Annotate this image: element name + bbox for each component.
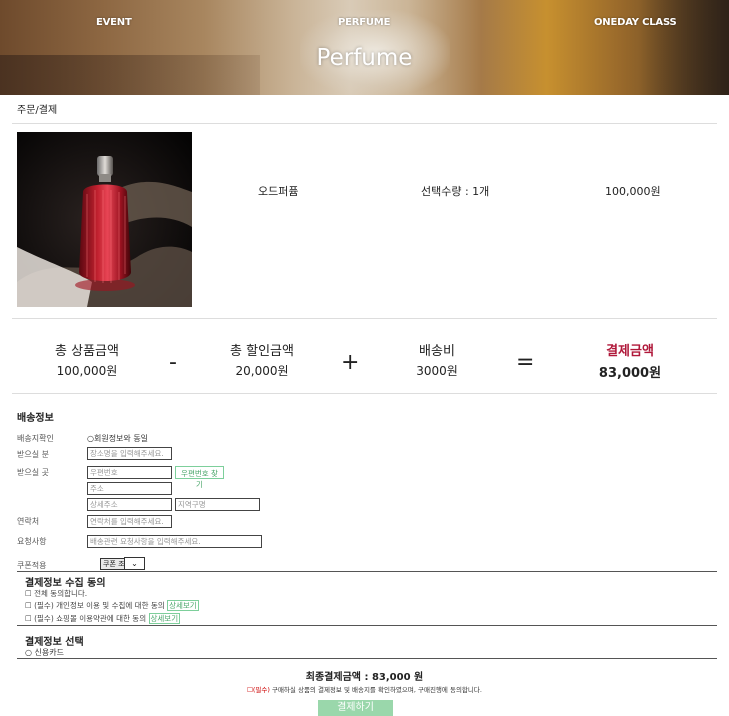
summary-payment: 결제금액 83,000원 [555,340,705,381]
address-label: 받으실 곳 [17,468,49,477]
summary-label: 결제금액 [606,344,654,359]
agree-terms-checkbox[interactable]: ☐ (필수) 쇼핑몰 이용약관에 대한 동의 상세보기 [25,613,181,624]
divider [17,658,717,659]
nav-event[interactable]: EVENT [96,17,132,28]
divider [12,318,717,319]
summary-value: 20,000원 [235,364,289,378]
purchase-confirm-text: 구매하실 상품의 결제정보 및 배송지를 확인하였으며, 구매진행에 동의합니다… [269,686,482,694]
coupon-label: 쿠폰적용 [17,561,47,570]
phone-label: 연락처 [17,517,40,526]
header-banner: EVENT PERFUME ONEDAY CLASS Perfume [0,0,729,95]
postcode-search-button[interactable]: 우편번호 찾기 [175,466,224,489]
product-price: 100,000원 [605,185,661,198]
summary-label: 배송비 [419,344,455,359]
credit-card-radio[interactable]: ○ 신용카드 [25,647,64,658]
summary-shipping: 배송비 3000원 [362,340,512,379]
agree-terms-label: ☐ (필수) 쇼핑몰 이용약관에 대한 동의 [25,614,147,623]
agree-privacy-checkbox[interactable]: ☐ (필수) 개인정보 이용 및 수집에 대한 동의 상세보기 [25,600,199,611]
agree-privacy-label: ☐ (필수) 개인정보 이용 및 수집에 대한 동의 [25,601,165,610]
summary-value: 100,000원 [56,364,118,378]
same-as-member-radio[interactable]: ○회원정보와 동일 [87,433,148,444]
equals-operator: = [516,350,535,375]
purchase-confirm-checkbox[interactable]: ☐(필수) 구매하실 상품의 결제정보 및 배송지를 확인하였으며, 구매진행에… [0,684,729,694]
summary-value: 3000원 [416,364,458,378]
terms-detail-link[interactable]: 상세보기 [148,613,181,624]
required-mark: ☐(필수) [247,686,270,694]
shipping-confirm-label: 배송지확인 [17,434,54,443]
product-quantity: 선택수량 : 1개 [421,185,490,198]
summary-product-total: 총 상품금액 100,000원 [12,340,162,379]
page-title: 주문/결제 [17,105,58,116]
recipient-input[interactable] [87,447,172,460]
plus-operator: + [341,350,360,375]
product-name: 오드퍼퓸 [258,185,299,198]
reference-address-input[interactable] [175,498,260,511]
privacy-detail-link[interactable]: 상세보기 [167,600,199,611]
request-label: 요청사항 [17,537,47,546]
coupon-select-dropdown[interactable]: ⌄ [124,557,145,570]
pay-button[interactable]: 결제하기 [318,700,393,716]
minus-operator: - [169,350,177,375]
request-input[interactable] [87,535,262,548]
banner-title: Perfume [316,45,413,71]
detail-address-input[interactable] [87,498,172,511]
postcode-input[interactable] [87,466,172,479]
summary-label: 총 상품금액 [55,344,119,359]
perfume-bottle-image [17,132,192,307]
divider [12,393,717,394]
phone-input[interactable] [87,515,172,528]
agree-all-checkbox[interactable]: ☐ 전체 동의합니다. [25,588,87,599]
summary-label: 총 할인금액 [230,344,294,359]
payment-method-title: 결제정보 선택 [25,637,84,648]
chevron-down-icon: ⌄ [131,559,138,568]
summary-value: 83,000원 [598,366,662,381]
divider [12,123,717,124]
product-image [17,132,192,307]
recipient-label: 받으실 분 [17,450,49,459]
divider [17,625,717,626]
address-input[interactable] [87,482,172,495]
nav-oneday-class[interactable]: ONEDAY CLASS [594,17,677,28]
summary-discount: 총 할인금액 20,000원 [187,340,337,379]
divider [17,571,717,572]
agreement-section-title: 결제정보 수집 동의 [25,578,106,589]
nav-perfume[interactable]: PERFUME [338,17,390,28]
shipping-section-title: 배송정보 [17,413,54,424]
agree-all-label: ☐ 전체 동의합니다. [25,589,88,598]
final-total-amount: 최종결제금액 : 83,000 원 [305,672,424,683]
